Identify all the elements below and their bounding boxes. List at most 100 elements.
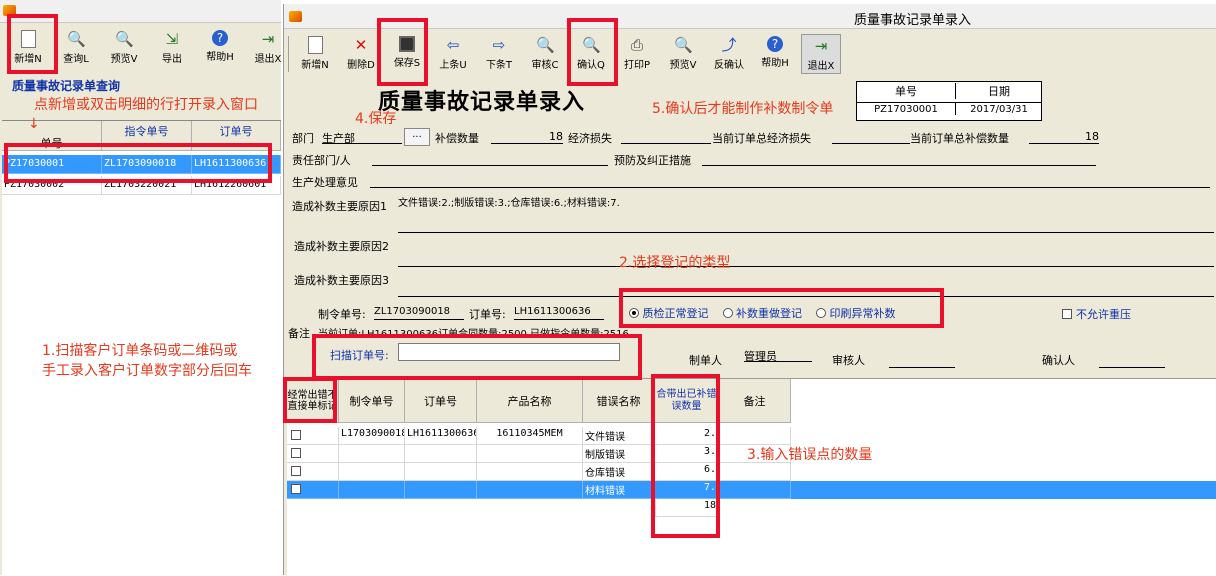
grid-header-product[interactable]: 产品名称 [477,379,583,423]
query-icon: 🔍 [67,30,86,48]
left-query-button[interactable]: 🔍 查询L [56,28,96,68]
prod-opinion-label: 生产处理意见 [292,176,358,189]
preview-icon: 🔍 [115,30,134,48]
left-export-button[interactable]: ⇲ 导出 [152,28,192,68]
no-repress-checkbox[interactable]: 不允许重压 [1062,306,1131,322]
row-remark[interactable] [719,427,791,445]
row-qty[interactable]: 2. [655,427,719,445]
table-row[interactable]: PZ17030002 ZL1703220021 LH1612260601 [2,176,281,195]
exit-button[interactable]: ⇥ 退出X [801,34,841,74]
next-icon: ⇨ [492,36,506,54]
row-product [477,445,583,463]
left-new-button[interactable]: 新增N [8,28,48,68]
new-button[interactable]: 新增N [295,34,335,74]
dept-browse-button[interactable]: ... [404,128,430,146]
reason2-field[interactable] [398,234,1214,267]
left-col-header-order[interactable]: 订单号 [192,121,281,151]
left-col-header-cmd[interactable]: 指令单号 [102,121,192,151]
econ-loss-field[interactable] [621,130,711,144]
scan-order-input[interactable] [398,343,620,361]
preview-button[interactable]: 🔍 预览V [663,34,703,74]
unconfirm-button[interactable]: ⤴ 反确认 [709,34,749,74]
list-cell: ZL1703220021 [102,176,192,195]
row-qty[interactable]: 6. [655,463,719,481]
table-row[interactable]: L1703090018 LH1611300636 16110345MEM 文件错… [287,427,791,445]
list-cell: ZL1703090018 [102,155,192,174]
row-flag-cell [287,445,339,463]
row-qty[interactable]: 3. [655,445,719,463]
help-icon: ? [767,36,783,52]
row-flag-cell [287,481,339,499]
reason3-field[interactable] [398,268,1214,297]
table-row[interactable]: 仓库错误 6. [287,463,791,481]
reason1-field[interactable]: 文件错误:2.;制版错误:3.;仓库错误:6.;材料错误:7. [398,194,1214,233]
help-button[interactable]: ? 帮助H [755,34,795,74]
next-button[interactable]: ⇨ 下条T [479,34,519,74]
delete-button[interactable]: ✕ 删除D [341,34,381,74]
detail-grid: 经常出错不直接单标记 制令单号 订单号 产品名称 错误名称 合带出已补错误数量 … [287,378,1216,576]
row-remark[interactable] [719,481,791,499]
resp-field[interactable] [372,152,608,166]
left-col-header-docno[interactable]: 单号 [2,121,102,151]
row-product: 16110345MEM [477,427,583,445]
remark-label: 备注 [288,327,310,340]
grid-header-qty[interactable]: 合带出已补错误数量 [655,379,719,423]
row-order-no [405,481,477,499]
comp-qty-field[interactable]: 18 [491,130,563,144]
right-toolbar: 新增N ✕ 删除D 保存S ⇦ 上条U ⇨ 下条T 🔍 审核C 🔍 确认Q ⎙ … [288,34,888,76]
annotation-step1-line1: 1.扫描客户订单条码或二维码或 [42,343,238,359]
table-row[interactable]: 制版错误 3. [287,445,791,463]
row-checkbox[interactable] [291,430,301,440]
radio-redo[interactable]: 补数重做登记 [722,305,802,321]
grid-header-remark[interactable]: 备注 [719,379,791,423]
table-row[interactable]: PZ17030001 ZL1703090018 LH1611300636 [2,155,281,174]
grid-header-flag[interactable]: 经常出错不直接单标记 [287,379,339,423]
checkbox-box [1062,309,1072,319]
radio-abnormal[interactable]: 印刷异常补数 [816,305,896,321]
row-remark[interactable] [719,463,791,481]
row-checkbox[interactable] [291,448,301,458]
grid-header-error[interactable]: 错误名称 [583,379,655,423]
confirmer-field [1099,354,1165,368]
prev-icon: ⇦ [446,36,460,54]
help-icon: ? [212,30,228,46]
audit-button[interactable]: 🔍 审核C [525,34,565,74]
comp-qty-label: 补偿数量 [435,132,479,145]
row-checkbox[interactable] [291,466,301,476]
prev-button[interactable]: ⇦ 上条U [433,34,473,74]
grid-header-order-cmd[interactable]: 制令单号 [339,379,405,423]
toolbar-separator [288,36,289,72]
row-order-no [405,463,477,481]
annotation-step3: 3.输入错误点的数量 [747,447,873,463]
dept-field[interactable]: 生产部 [322,130,402,145]
annotation-step4: 4.保存 [355,111,397,127]
cur-order-loss-label: 当前订单总经济损失 [712,132,811,145]
left-exit-button[interactable]: ⇥ 退出X [248,28,288,68]
row-qty[interactable]: 7. [655,481,719,499]
left-preview-button[interactable]: 🔍 预览V [104,28,144,68]
row-checkbox[interactable] [291,484,301,494]
prevent-field[interactable] [702,152,1096,166]
left-window: 新增N 🔍 查询L 🔍 预览V ⇲ 导出 ? 帮助H ⇥ 退出X 质量事故记录单… [0,0,281,576]
cur-order-comp-label: 当前订单总补偿数量 [910,132,1009,145]
print-button[interactable]: ⎙ 打印P [617,34,657,74]
prod-opinion-field[interactable] [370,174,1210,188]
radio-normal[interactable]: 质检正常登记 [629,305,709,321]
left-titlebar [0,0,281,23]
row-order-cmd [339,481,405,499]
preview-icon: 🔍 [674,36,693,54]
dept-label: 部门 [292,132,314,145]
delete-icon: ✕ [354,36,368,54]
date-label: 日期 [955,83,1042,99]
grid-header-order-no[interactable]: 订单号 [405,379,477,423]
exit-icon: ⇥ [814,37,828,55]
row-flag-cell [287,463,339,481]
table-row-selected[interactable]: 材料错误 7. [287,481,1216,499]
left-help-button[interactable]: ? 帮助H [200,28,240,68]
confirm-button[interactable]: 🔍 确认Q [571,34,611,74]
app-icon [3,5,16,16]
annotation-step5: 5.确认后才能制作补数制令单 [652,101,834,117]
save-button[interactable]: 保存S [387,34,427,74]
window-title: 质量事故记录单录入 [854,13,972,28]
resp-label: 责任部门/人 [292,154,351,167]
